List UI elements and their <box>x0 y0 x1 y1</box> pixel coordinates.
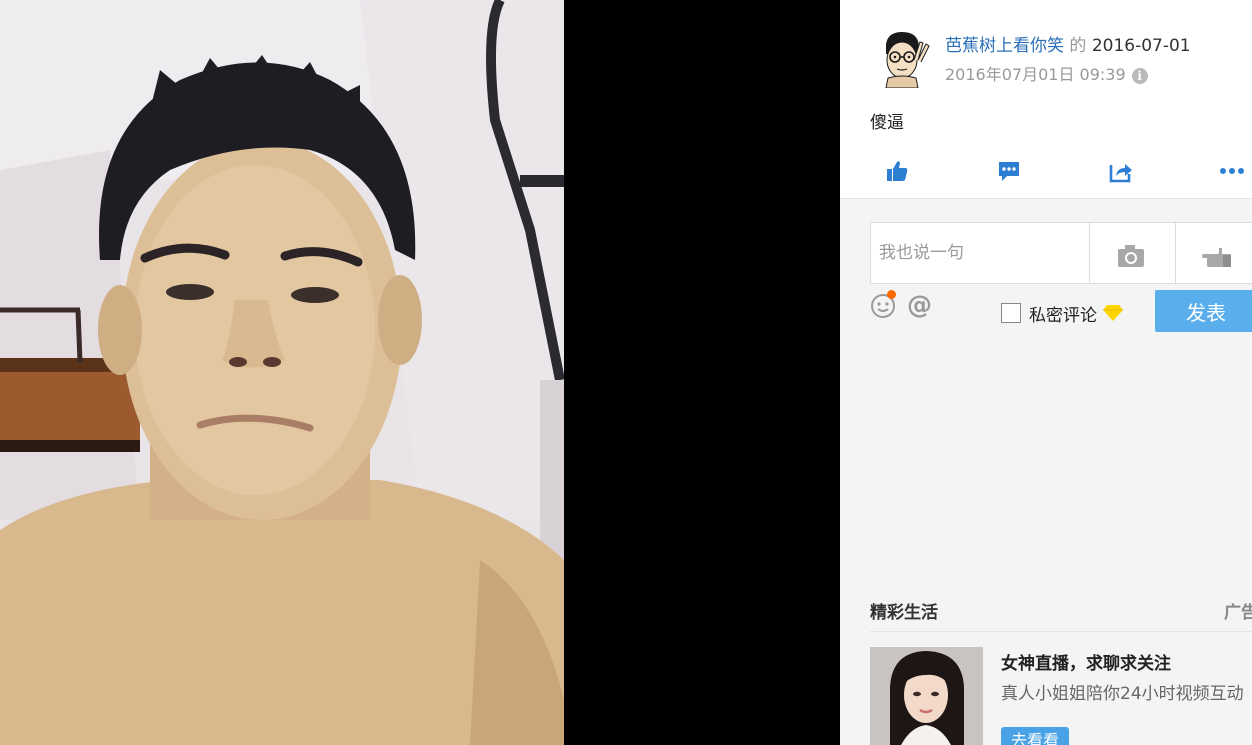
share-button[interactable] <box>1105 155 1137 187</box>
ad-section-title: 精彩生活 <box>870 603 938 623</box>
comment-box <box>870 222 1252 284</box>
box-divider <box>1089 223 1090 283</box>
private-comment-label: 私密评论 <box>1029 305 1097 326</box>
album-date: 2016-07-01 <box>1091 36 1191 56</box>
post-time-line: 2016年07月01日 09:39 i <box>945 61 1148 85</box>
more-icon <box>1220 168 1244 174</box>
ad-headline[interactable]: 女神直播，求聊求关注 <box>1001 649 1171 674</box>
ad-section-header: 精彩生活 广告 <box>870 596 1252 632</box>
possessive-text: 的 <box>1064 36 1092 56</box>
viewer-photo[interactable] <box>0 0 564 745</box>
comment-button[interactable] <box>993 155 1025 187</box>
comment-input[interactable] <box>871 223 1089 283</box>
box-divider <box>1175 223 1176 283</box>
info-icon[interactable]: i <box>1131 68 1148 84</box>
ad-thumbnail-image <box>870 647 983 745</box>
comment-icon <box>999 162 1019 181</box>
post-card: 芭蕉树上看你笑 的 2016-07-01 2016年07月01日 09:39 i … <box>840 0 1252 199</box>
ad-cta-button[interactable]: 去看看 <box>1001 727 1069 745</box>
notification-dot <box>887 290 896 299</box>
like-button[interactable] <box>881 155 913 187</box>
ad-tag: 广告 <box>1224 603 1252 623</box>
more-button[interactable] <box>1216 155 1248 187</box>
author-name-link[interactable]: 芭蕉树上看你笑 <box>945 36 1064 56</box>
camera-icon[interactable] <box>1116 243 1148 269</box>
vip-diamond-icon <box>1103 305 1123 321</box>
photo-viewer <box>0 0 840 745</box>
post-timestamp: 2016年07月01日 09:39 <box>945 65 1126 84</box>
private-comment-option: 私密评论 <box>1001 301 1125 326</box>
thumbs-up-icon <box>887 161 908 181</box>
share-icon <box>1109 164 1132 183</box>
author-line: 芭蕉树上看你笑 的 2016-07-01 <box>945 31 1191 56</box>
ad-thumbnail[interactable] <box>870 647 983 745</box>
selfie-photo <box>0 0 564 745</box>
author-avatar[interactable] <box>874 30 930 88</box>
pointing-hand-icon[interactable] <box>1201 243 1235 269</box>
mention-at-button[interactable]: @ <box>907 290 932 320</box>
submit-comment-button[interactable]: 发表 <box>1155 290 1252 332</box>
private-comment-checkbox[interactable] <box>1001 303 1021 323</box>
detail-panel: 芭蕉树上看你笑 的 2016-07-01 2016年07月01日 09:39 i … <box>840 0 1252 745</box>
ad-description: 真人小姐姐陪你24小时视频互动 <box>1001 684 1244 704</box>
post-text: 傻逼 <box>870 113 904 133</box>
